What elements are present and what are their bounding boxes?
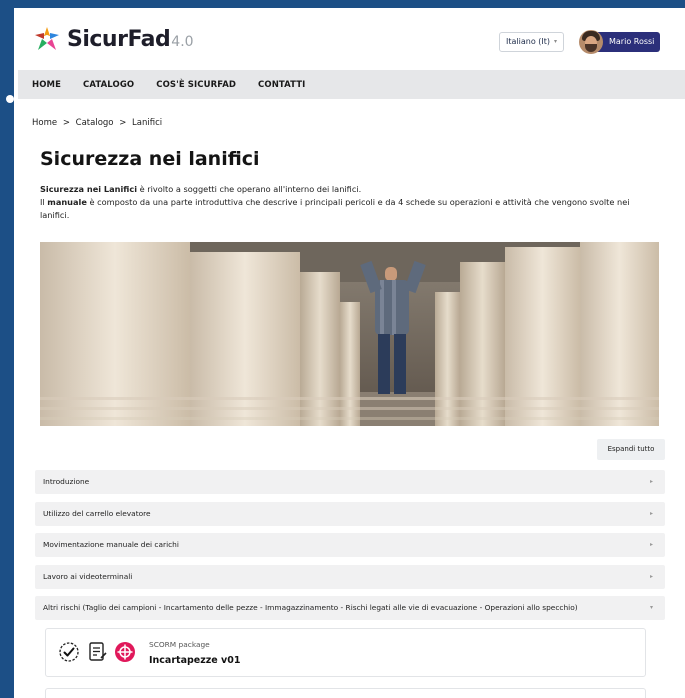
brand-name: SicurFad: [67, 26, 171, 52]
intro-text-2: è composto da una parte introduttiva che…: [40, 197, 630, 220]
activity-type: SCORM package: [149, 640, 210, 649]
section-label: Movimentazione manuale dei carichi: [43, 540, 179, 549]
section-label: Lavoro ai videoterminali: [43, 572, 133, 581]
user-menu[interactable]: Mario Rossi: [579, 30, 666, 54]
breadcrumb-catalogo[interactable]: Catalogo: [76, 118, 114, 128]
section-label: Introduzione: [43, 477, 90, 486]
site-logo[interactable]: SicurFad 4.0: [32, 24, 194, 54]
section-label: Utilizzo del carrello elevatore: [43, 509, 151, 518]
breadcrumb: Home > Catalogo > Lanifici: [32, 118, 165, 128]
wool-factory-photo: [40, 242, 659, 426]
nav-item-contatti[interactable]: CONTATTI: [258, 80, 305, 90]
intro-text-1: è rivolto a soggetti che operano all'int…: [137, 184, 362, 194]
completion-check-icon[interactable]: [58, 641, 80, 663]
section-altri-rischi[interactable]: Altri rischi (Taglio dei campioni - Inca…: [35, 596, 665, 620]
breadcrumb-home[interactable]: Home: [32, 118, 57, 128]
breadcrumb-separator: >: [119, 118, 127, 128]
breadcrumb-separator: >: [62, 118, 70, 128]
avatar[interactable]: [579, 30, 603, 54]
chevron-down-icon: ▾: [554, 38, 558, 45]
intro-bold-course: Sicurezza nei Lanifici: [40, 184, 138, 194]
chevron-right-icon: ▸: [649, 541, 653, 548]
activity-name[interactable]: Incartapezze v01: [149, 655, 240, 666]
breadcrumb-current: Lanifici: [132, 118, 163, 128]
scorm-package-icon: [115, 642, 135, 662]
page: SicurFad 4.0 Italiano (It) ▾ Mario Rossi…: [14, 8, 685, 698]
next-activity-card[interactable]: [45, 688, 646, 698]
section-videoterminali[interactable]: Lavoro ai videoterminali ▸: [35, 565, 665, 589]
nav-item-catalogo[interactable]: CATALOGO: [83, 80, 134, 90]
section-movimentazione-carichi[interactable]: Movimentazione manuale dei carichi ▸: [35, 533, 665, 557]
chevron-down-icon: ▾: [649, 604, 653, 611]
language-label: Italiano (It): [506, 37, 550, 46]
header: SicurFad 4.0 Italiano (It) ▾ Mario Rossi: [14, 8, 685, 70]
section-carrello-elevatore[interactable]: Utilizzo del carrello elevatore ▸: [35, 502, 665, 526]
course-banner-image: [40, 242, 659, 426]
section-introduzione[interactable]: Introduzione ▸: [35, 470, 665, 494]
section-label: Altri rischi (Taglio dei campioni - Inca…: [43, 603, 578, 612]
sicurfad-logo-icon: [35, 27, 59, 50]
chevron-right-icon: ▸: [649, 478, 653, 485]
chevron-right-icon: ▸: [649, 510, 653, 517]
expand-all-button[interactable]: Espandi tutto: [597, 439, 665, 460]
chevron-right-icon: ▸: [649, 573, 653, 580]
intro-bold-manual: manuale: [47, 197, 87, 207]
course-description: Sicurezza nei Lanifici è rivolto a sogge…: [40, 183, 660, 222]
language-selector[interactable]: Italiano (It) ▾: [499, 32, 565, 52]
nav-item-cos-e-sicurfad[interactable]: COS'È SICURFAD: [156, 80, 236, 90]
user-name[interactable]: Mario Rossi: [597, 32, 661, 52]
main-nav: HOME CATALOGO COS'È SICURFAD CONTATTI: [18, 70, 685, 99]
document-edit-icon: [89, 642, 107, 661]
activity-scorm-incartapezze[interactable]: SCORM package Incartapezze v01: [45, 628, 646, 677]
page-title: Sicurezza nei lanifici: [40, 148, 260, 170]
brand-version: 4.0: [171, 34, 194, 50]
decorative-dot: [6, 95, 14, 103]
nav-item-home[interactable]: HOME: [32, 80, 61, 90]
